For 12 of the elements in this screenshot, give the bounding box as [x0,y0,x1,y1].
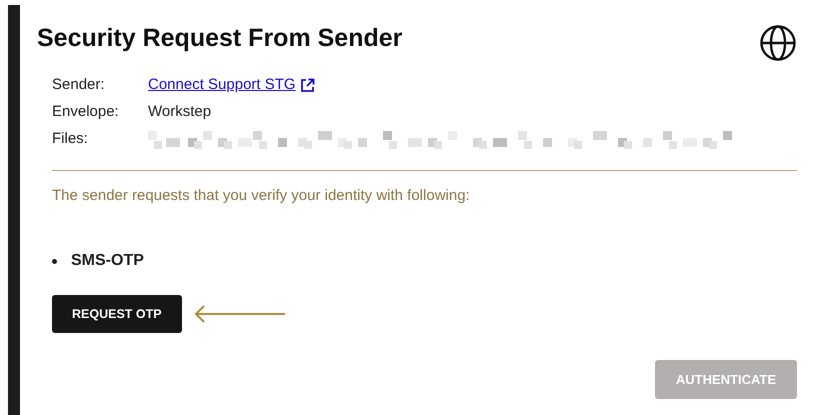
instruction-text: The sender requests that you verify your identity with following: [52,186,471,206]
method-name: SMS-OTP [71,251,144,271]
field-label: Sender: [52,75,106,96]
language-icon[interactable] [759,24,797,62]
field-label: Envelope: [52,102,120,122]
page-title: Security Request From Sender [37,23,402,53]
field-value: Workstep [148,102,212,122]
external-link-icon [300,78,315,93]
field-label: Files: [52,129,89,150]
bullet-icon [52,258,57,264]
request-otp-button[interactable]: REQUEST OTP [52,295,182,333]
sender-link[interactable]: Connect Support STG [148,74,315,97]
